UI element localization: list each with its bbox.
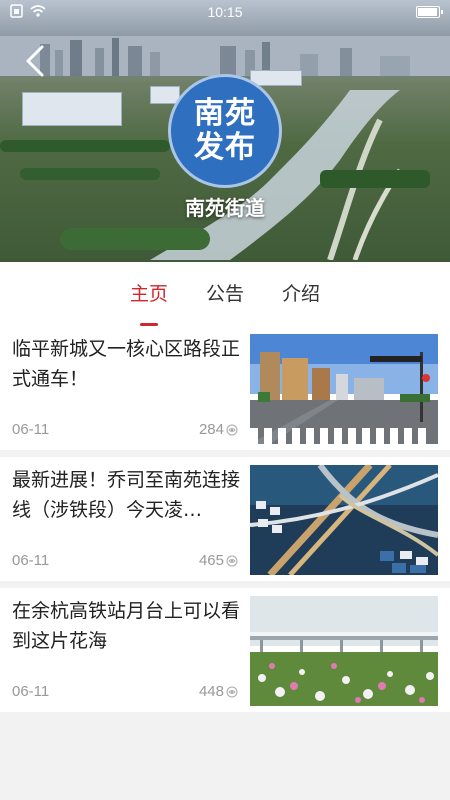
- tree-row-image: [20, 168, 160, 180]
- battery-icon: [416, 6, 443, 18]
- article-date: 06-11: [12, 552, 50, 569]
- logo-text-line2: 发布: [194, 130, 256, 165]
- article-views: 284: [199, 421, 238, 438]
- eye-icon: [226, 555, 238, 566]
- tab-introduction[interactable]: 介绍: [282, 262, 320, 326]
- tab-announcements[interactable]: 公告: [206, 262, 244, 326]
- article-title: 最新进展！乔司至南苑连接线（涉铁段）今天凌…: [12, 469, 240, 521]
- tree-row-image: [0, 140, 170, 152]
- tree-row-image: [60, 228, 210, 250]
- tree-row-image: [320, 170, 430, 188]
- eye-icon: [226, 424, 238, 435]
- view-count: 284: [198, 421, 224, 438]
- view-count: 448: [198, 683, 224, 700]
- status-bar: 10:15: [0, 0, 450, 24]
- status-time: 10:15: [207, 4, 243, 20]
- list-item[interactable]: 临平新城又一核心区路段正式通车！ 06-11 284: [0, 326, 450, 450]
- tab-home[interactable]: 主页: [130, 262, 168, 326]
- page-title: 南苑街道: [185, 196, 265, 220]
- logo-text-line1: 南苑: [194, 96, 256, 131]
- chevron-left-icon: [26, 45, 44, 77]
- article-title: 临平新城又一核心区路段正式通车！: [12, 338, 240, 390]
- road-intersection-image: [250, 334, 438, 444]
- building-image: [22, 92, 122, 126]
- interchange-aerial-image: [250, 465, 438, 575]
- list-item[interactable]: 最新进展！乔司至南苑连接线（涉铁段）今天凌… 06-11 465: [0, 457, 450, 581]
- article-title: 在余杭高铁站月台上可以看到这片花海: [12, 600, 240, 652]
- flower-field-railway-image: [250, 596, 438, 706]
- view-count: 465: [198, 552, 224, 569]
- article-date: 06-11: [12, 683, 50, 700]
- article-date: 06-11: [12, 421, 50, 438]
- list-item[interactable]: 在余杭高铁站月台上可以看到这片花海 06-11 448: [0, 588, 450, 712]
- city-skyline-image: [0, 36, 450, 76]
- app-logo: 南苑 发布: [168, 74, 282, 188]
- tab-bar: 主页 公告 介绍: [0, 262, 450, 326]
- eye-icon: [226, 686, 238, 697]
- article-views: 465: [199, 552, 238, 569]
- article-views: 448: [199, 683, 238, 700]
- back-button[interactable]: [22, 44, 50, 78]
